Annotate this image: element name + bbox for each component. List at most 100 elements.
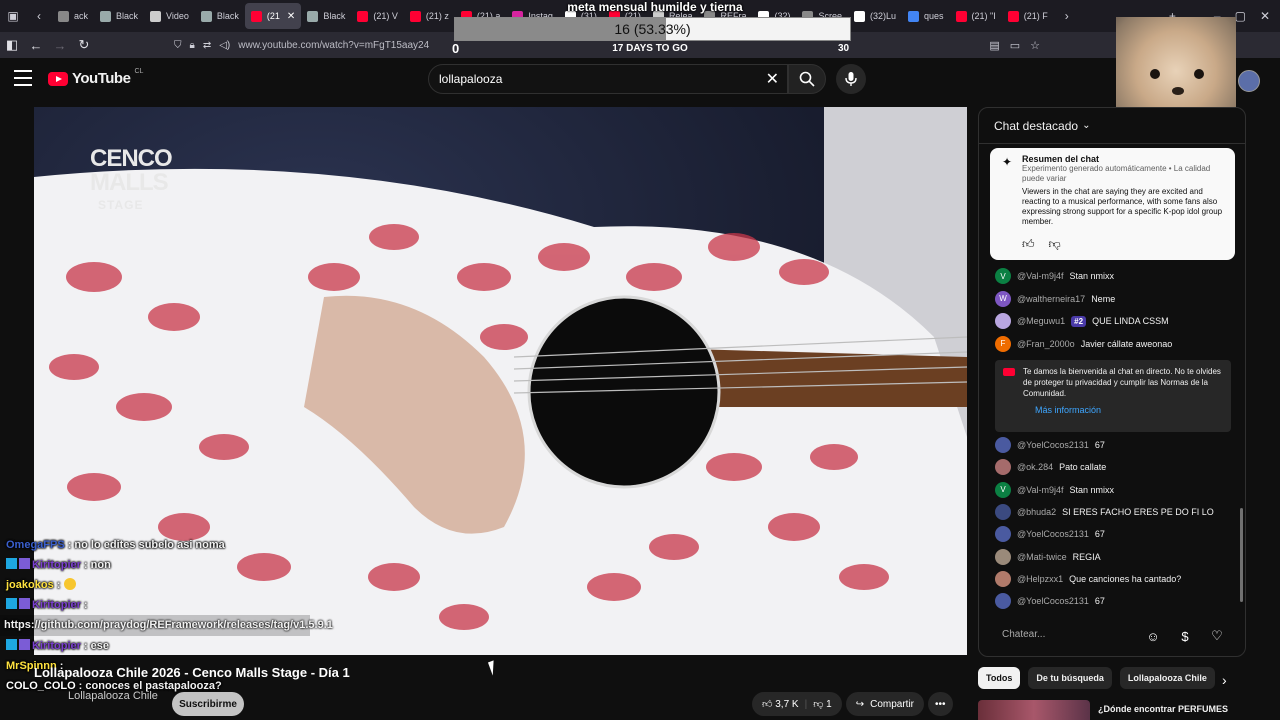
sidebar-toggle-icon[interactable]: ◧ bbox=[0, 37, 24, 53]
browser-tab[interactable]: (21) F bbox=[1002, 3, 1054, 29]
voice-search-button[interactable] bbox=[836, 64, 866, 94]
avatar[interactable]: F bbox=[995, 335, 1011, 352]
avatar[interactable]: V bbox=[995, 268, 1011, 284]
chat-author[interactable]: @Val-m9j4f bbox=[1017, 271, 1063, 281]
filter-chip[interactable]: Lollapalooza Chile bbox=[1119, 667, 1215, 689]
avatar[interactable]: W bbox=[995, 290, 1011, 307]
chat-author[interactable]: @ok.284 bbox=[1017, 462, 1053, 472]
menu-icon[interactable] bbox=[14, 70, 32, 86]
browser-tab[interactable]: (32)Lu bbox=[848, 3, 902, 29]
shield-icon[interactable]: ⛉ bbox=[174, 40, 182, 51]
chips-next-icon[interactable]: › bbox=[1222, 672, 1227, 688]
recommended-title[interactable]: ¿Dónde encontrar PERFUMES bbox=[1098, 700, 1228, 720]
chat-input[interactable]: Chatear... bbox=[1002, 629, 1045, 640]
url-text[interactable]: www.youtube.com/watch?v=mFgT15aay24 bbox=[238, 40, 429, 51]
tabs-scroll-left-icon[interactable]: ‹ bbox=[26, 0, 52, 32]
tab-overview-icon[interactable]: ▣ bbox=[0, 0, 26, 32]
avatar[interactable] bbox=[995, 459, 1011, 476]
avatar[interactable] bbox=[995, 313, 1011, 329]
subscribe-button[interactable]: Suscribirme bbox=[172, 692, 244, 716]
permissions-icon[interactable]: ⇄ bbox=[203, 40, 211, 51]
filter-chip[interactable]: Todos bbox=[978, 667, 1021, 689]
overlay-chat-user: COLO_COLO bbox=[6, 680, 76, 692]
video-title-main: Lollapalooza Chile 2026 - Cenco Malls St… bbox=[34, 665, 319, 680]
chat-scrollbar[interactable] bbox=[1240, 508, 1243, 602]
chat-message[interactable]: @ok.284 Pato callate bbox=[995, 459, 1106, 476]
chat-author[interactable]: @Val-m9j4f bbox=[1017, 485, 1063, 495]
pocket-icon[interactable]: ▭ bbox=[1010, 39, 1020, 52]
like-button[interactable]: 👍︎ 3,7 K bbox=[762, 698, 799, 710]
chat-author[interactable]: @YoelCocos2131 bbox=[1017, 440, 1089, 450]
chat-message[interactable]: @Meguwu1 #2 QUE LINDA CSSM bbox=[995, 313, 1169, 329]
chat-author[interactable]: @Meguwu1 bbox=[1017, 316, 1065, 326]
chat-author[interactable]: @bhuda2 bbox=[1017, 507, 1056, 517]
address-bar[interactable]: ⛉ 🔒︎ ⇄ ◁) www.youtube.com/watch?v=mFgT15… bbox=[174, 40, 429, 51]
youtube-logo[interactable]: YouTube CL bbox=[48, 68, 143, 87]
chat-author[interactable]: @YoelCocos2131 bbox=[1017, 529, 1089, 539]
reload-icon[interactable]: ↻ bbox=[72, 37, 96, 53]
chat-message[interactable]: F @Fran_2000o Javier cállate aweonao bbox=[995, 335, 1172, 352]
browser-tab[interactable]: (21 ✕ bbox=[244, 3, 302, 29]
share-button[interactable]: ↪ Compartir bbox=[845, 692, 924, 716]
browser-tab[interactable]: (21) "I bbox=[950, 3, 1002, 29]
chat-author[interactable]: @YoelCocos2131 bbox=[1017, 596, 1089, 606]
channel-name[interactable]: Lollapalooza Chile bbox=[68, 690, 158, 702]
recommended-video[interactable]: ¿Dónde encontrar PERFUMES bbox=[978, 700, 1240, 720]
chat-message[interactable]: @YoelCocos2131 67 bbox=[995, 526, 1105, 543]
more-info-link[interactable]: Más información bbox=[1023, 405, 1223, 416]
avatar[interactable] bbox=[995, 437, 1011, 453]
close-window-icon[interactable]: ✕ bbox=[1260, 9, 1270, 23]
chat-message[interactable]: @Mati-twice REGIA bbox=[995, 548, 1101, 565]
browser-tab[interactable]: Black bbox=[94, 3, 144, 29]
browser-tab[interactable]: (21) z bbox=[404, 3, 455, 29]
recommended-thumbnail[interactable] bbox=[978, 700, 1090, 720]
emoji-icon[interactable]: ☺ bbox=[1144, 627, 1162, 645]
search-input[interactable] bbox=[439, 72, 759, 86]
tabs-scroll-right-icon[interactable]: › bbox=[1054, 0, 1080, 32]
chat-mode-selector[interactable]: Chat destacado ⌄ bbox=[979, 108, 1245, 144]
avatar[interactable] bbox=[995, 503, 1011, 520]
chat-message-text: 67 bbox=[1094, 440, 1105, 450]
dislike-button[interactable]: 👎︎ 1 bbox=[813, 698, 832, 710]
avatar[interactable]: V bbox=[995, 481, 1011, 498]
browser-tab[interactable]: (21) V bbox=[351, 3, 404, 29]
lock-icon[interactable]: 🔒︎ bbox=[190, 40, 195, 51]
back-icon[interactable]: ← bbox=[24, 38, 48, 53]
filter-chip[interactable]: De tu búsqueda bbox=[1028, 667, 1112, 689]
close-tab-icon[interactable]: ✕ bbox=[287, 11, 295, 22]
forward-icon[interactable]: → bbox=[48, 38, 72, 53]
browser-tab[interactable]: Black bbox=[195, 3, 245, 29]
super-chat-icon[interactable]: $ bbox=[1176, 627, 1194, 645]
avatar[interactable] bbox=[995, 526, 1011, 543]
heart-icon[interactable]: ♡ bbox=[1208, 627, 1226, 645]
account-avatar[interactable] bbox=[1238, 70, 1260, 92]
browser-tab[interactable]: ack bbox=[52, 3, 94, 29]
tab-label: (21) V bbox=[373, 11, 398, 21]
browser-tab[interactable]: Video bbox=[144, 3, 195, 29]
avatar[interactable] bbox=[995, 593, 1011, 610]
browser-tab[interactable]: ques bbox=[902, 3, 950, 29]
chat-message[interactable]: @Helpzxx1 Que canciones ha cantado? bbox=[995, 570, 1181, 587]
chat-message[interactable]: W @waltherneira17 Neme bbox=[995, 290, 1115, 307]
clear-search-icon[interactable]: ✕ bbox=[766, 69, 779, 89]
reader-view-icon[interactable]: ▤ bbox=[989, 39, 999, 52]
more-actions-button[interactable]: ••• bbox=[928, 692, 953, 716]
maximize-icon[interactable]: ▢ bbox=[1235, 9, 1246, 23]
avatar[interactable] bbox=[995, 548, 1011, 565]
chat-author[interactable]: @Helpzxx1 bbox=[1017, 574, 1063, 584]
chat-message[interactable]: @YoelCocos2131 67 bbox=[995, 437, 1105, 453]
chat-message[interactable]: V @Val-m9j4f Stan nmixx bbox=[995, 481, 1114, 498]
audio-icon[interactable]: ◁) bbox=[219, 40, 230, 51]
search-button[interactable] bbox=[788, 64, 826, 94]
avatar[interactable] bbox=[995, 570, 1011, 587]
chat-author[interactable]: @Fran_2000o bbox=[1017, 339, 1075, 349]
thumbs-up-icon[interactable]: 👍︎ bbox=[1022, 237, 1035, 252]
browser-tab[interactable]: Black bbox=[301, 3, 351, 29]
chat-message[interactable]: @YoelCocos2131 67 bbox=[995, 593, 1105, 610]
chat-message[interactable]: V @Val-m9j4f Stan nmixx bbox=[995, 268, 1114, 284]
thumbs-down-icon[interactable]: 👎︎ bbox=[1049, 237, 1061, 252]
chat-author[interactable]: @Mati-twice bbox=[1017, 552, 1067, 562]
bookmark-star-icon[interactable]: ☆ bbox=[1030, 39, 1040, 52]
chat-author[interactable]: @waltherneira17 bbox=[1017, 294, 1085, 304]
chat-message[interactable]: @bhuda2 SI ERES FACHO ERES PE DO FI LO bbox=[995, 503, 1214, 520]
